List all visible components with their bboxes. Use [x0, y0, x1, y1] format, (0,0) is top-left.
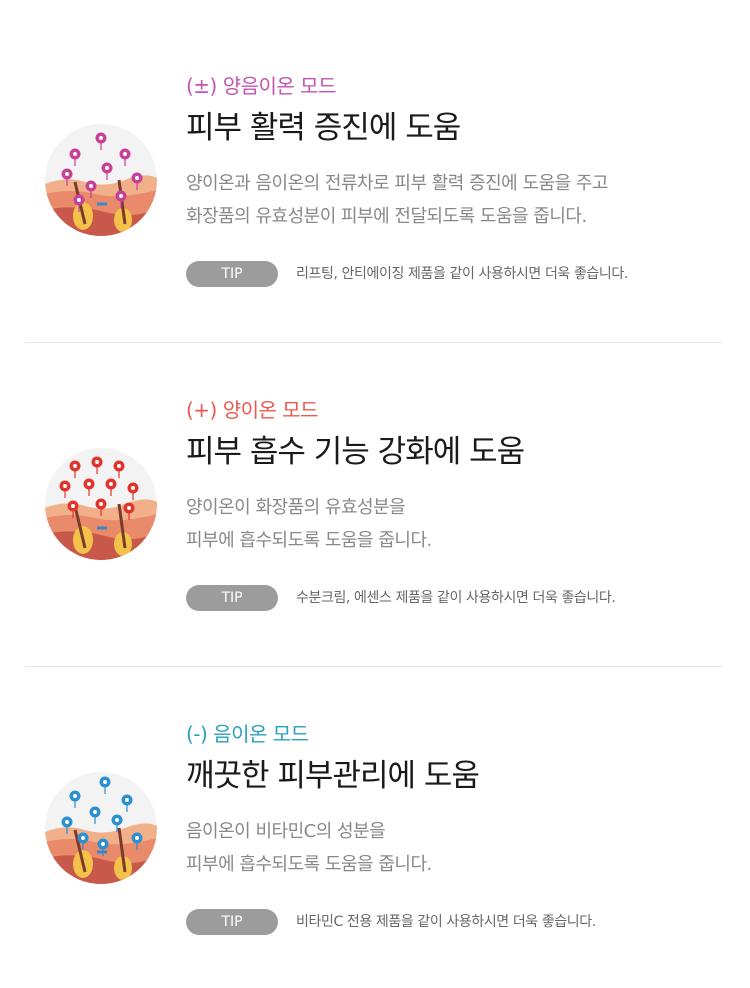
mode-title: 피부 흡수 기능 강화에 도움	[186, 434, 525, 470]
mode-section-bipolar: (±) 양음이온 모드 피부 활력 증진에 도움 양이온과 음이온의 전류차로 …	[0, 0, 750, 324]
description-line: 피부에 흡수되도록 도움을 줍니다.	[186, 530, 432, 551]
description-line: 피부에 흡수되도록 도움을 줍니다.	[186, 854, 432, 875]
mode-section-negative: (-) 음이온 모드 깨끗한 피부관리에 도움 음이온이 비타민C의 성분을 피…	[0, 648, 750, 972]
tip-badge: TIP	[186, 585, 278, 611]
description-line: 화장품의 유효성분이 피부에 전달되도록 도움을 줍니다.	[186, 206, 587, 227]
mode-description: 음이온이 비타민C의 성분을 피부에 흡수되도록 도움을 줍니다.	[186, 815, 432, 881]
skin-ion-illustration	[45, 124, 157, 236]
skin-ion-illustration	[45, 772, 157, 884]
mode-description: 양이온과 음이온의 전류차로 피부 활력 증진에 도움을 주고 화장품의 유효성…	[186, 167, 609, 233]
tip-text: 비타민C 전용 제품을 같이 사용하시면 더욱 좋습니다.	[296, 914, 596, 930]
mode-label: (+) 양이온 모드	[186, 398, 319, 422]
mode-description: 양이온이 화장품의 유효성분을 피부에 흡수되도록 도움을 줍니다.	[186, 491, 432, 557]
mode-label: (-) 음이온 모드	[186, 722, 309, 746]
mode-label: (±) 양음이온 모드	[186, 74, 336, 98]
description-line: 양이온이 화장품의 유효성분을	[186, 497, 406, 518]
mode-section-positive: (+) 양이온 모드 피부 흡수 기능 강화에 도움 양이온이 화장품의 유효성…	[0, 324, 750, 648]
mode-title: 깨끗한 피부관리에 도움	[186, 758, 480, 794]
tip-text: 리프팅, 안티에이징 제품을 같이 사용하시면 더욱 좋습니다.	[296, 266, 628, 282]
tip-badge: TIP	[186, 261, 278, 287]
tip-badge: TIP	[186, 909, 278, 935]
mode-title: 피부 활력 증진에 도움	[186, 110, 461, 146]
description-line: 양이온과 음이온의 전류차로 피부 활력 증진에 도움을 주고	[186, 173, 609, 194]
tip-text: 수분크림, 에센스 제품을 같이 사용하시면 더욱 좋습니다.	[296, 590, 616, 606]
description-line: 음이온이 비타민C의 성분을	[186, 821, 386, 842]
skin-ion-illustration	[45, 448, 157, 560]
